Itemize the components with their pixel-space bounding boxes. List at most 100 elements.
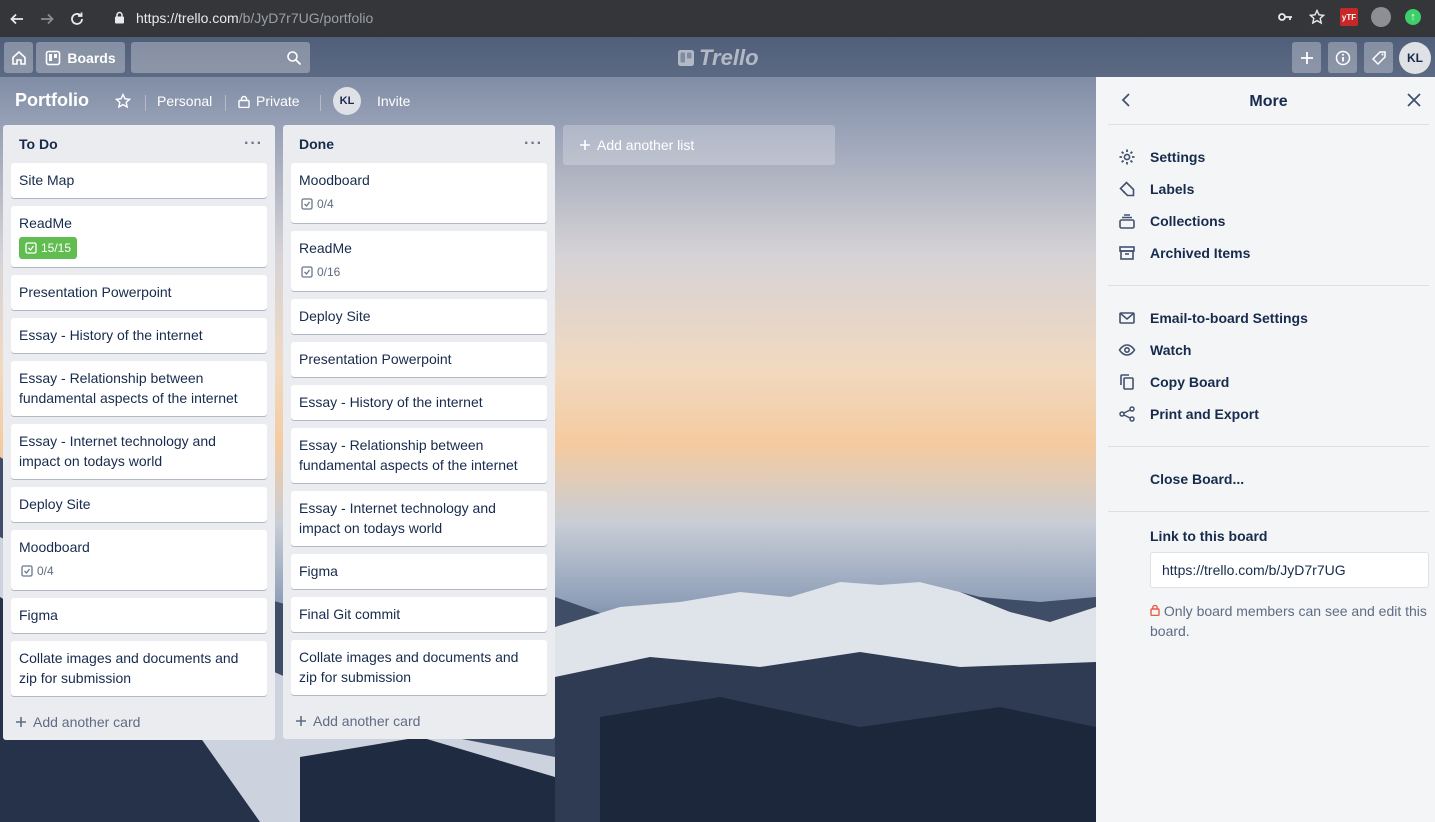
menu-item-copy-board[interactable]: Copy Board xyxy=(1118,370,1229,394)
menu-item-collections[interactable]: Collections xyxy=(1118,209,1225,233)
menu-item-archived[interactable]: Archived Items xyxy=(1118,241,1250,265)
create-button[interactable] xyxy=(1292,42,1321,73)
add-card-button[interactable]: Add another card xyxy=(11,704,267,740)
card[interactable]: Essay - Internet technology and impact o… xyxy=(291,491,547,546)
home-button[interactable] xyxy=(4,42,33,73)
card[interactable]: Essay - Relationship between fundamental… xyxy=(11,361,267,416)
menu-item-label: Print and Export xyxy=(1150,406,1259,422)
card-title: Essay - Internet technology and impact o… xyxy=(19,433,216,469)
menu-item-labels[interactable]: Labels xyxy=(1118,177,1194,201)
menu-item-label: Email-to-board Settings xyxy=(1150,310,1308,326)
list-menu-icon[interactable]: ··· xyxy=(524,135,543,153)
card[interactable]: Site Map xyxy=(11,163,267,198)
plus-icon xyxy=(16,717,26,727)
card-title: ReadMe xyxy=(299,240,352,256)
card-title: Essay - History of the internet xyxy=(299,394,483,410)
list-title[interactable]: Done xyxy=(299,136,334,152)
eye-icon xyxy=(1118,344,1136,356)
add-card-label: Add another card xyxy=(313,713,421,729)
menu-item-settings[interactable]: Settings xyxy=(1118,145,1205,169)
invite-button[interactable]: Invite xyxy=(377,93,410,109)
privacy-note: Only board members can see and edit this… xyxy=(1150,601,1435,641)
card[interactable]: ReadMe 15/15 xyxy=(11,206,267,267)
card[interactable]: Figma xyxy=(11,598,267,633)
card[interactable]: Essay - Internet technology and impact o… xyxy=(11,424,267,479)
menu-item-email-settings[interactable]: Email-to-board Settings xyxy=(1118,306,1308,330)
board-header: Portfolio Personal Private Invite xyxy=(0,77,1096,125)
update-icon[interactable]: ↑ xyxy=(1403,7,1423,27)
card-title: Deploy Site xyxy=(19,496,91,512)
search-input[interactable] xyxy=(131,42,310,73)
card-title: ReadMe xyxy=(19,215,72,231)
card[interactable]: Essay - History of the internet xyxy=(291,385,547,420)
team-button[interactable]: Personal xyxy=(157,93,212,109)
boards-button[interactable]: Boards xyxy=(36,42,125,73)
card-title: Presentation Powerpoint xyxy=(19,284,172,300)
email-icon xyxy=(1119,312,1135,324)
card[interactable]: Deploy Site xyxy=(11,487,267,522)
add-list-button[interactable]: Add another list xyxy=(563,125,835,165)
card-title: Essay - History of the internet xyxy=(19,327,203,343)
menu-item-print-export[interactable]: Print and Export xyxy=(1118,402,1259,426)
visibility-button[interactable]: Private xyxy=(238,93,300,109)
board-title[interactable]: Portfolio xyxy=(15,90,89,111)
trello-logo[interactable]: Trello xyxy=(677,45,759,71)
profile-icon[interactable] xyxy=(1371,7,1391,27)
star-bookmark-icon[interactable] xyxy=(1307,7,1327,27)
team-label: Personal xyxy=(157,93,213,109)
notifications-button[interactable] xyxy=(1364,42,1393,73)
info-button[interactable] xyxy=(1328,42,1357,73)
list-todo: To Do ··· Site Map ReadMe 15/15 Presentatio… xyxy=(3,125,275,740)
list-title[interactable]: To Do xyxy=(19,136,58,152)
card[interactable]: Figma xyxy=(291,554,547,589)
close-button[interactable] xyxy=(1405,91,1423,112)
checklist-badge: 0/4 xyxy=(19,561,58,581)
checkbox-icon xyxy=(301,266,313,278)
extension-icon[interactable]: yTF xyxy=(1339,7,1359,27)
url-path: /b/JyD7r7UG/portfolio xyxy=(238,10,374,26)
card[interactable]: Deploy Site xyxy=(291,299,547,334)
list-menu-icon[interactable]: ··· xyxy=(244,135,263,153)
checklist-count: 0/4 xyxy=(37,564,54,578)
star-board-button[interactable] xyxy=(115,93,131,109)
checkbox-icon xyxy=(25,242,37,254)
member-avatar[interactable]: KL xyxy=(333,87,361,115)
link-label: Link to this board xyxy=(1150,528,1268,544)
back-icon[interactable] xyxy=(4,6,30,32)
board-link-field[interactable]: https://trello.com/b/JyD7r7UG xyxy=(1150,552,1429,588)
card[interactable]: Essay - Relationship between fundamental… xyxy=(291,428,547,483)
key-icon[interactable] xyxy=(1275,7,1295,27)
card[interactable]: Presentation Powerpoint xyxy=(291,342,547,377)
checklist-badge: 15/15 xyxy=(19,237,78,259)
card[interactable]: Collate images and documents and zip for… xyxy=(291,640,547,695)
list-done: Done ··· Moodboard 0/4 ReadMe 0/16 Deploy Si… xyxy=(283,125,555,739)
card[interactable]: ReadMe 0/16 xyxy=(291,231,547,291)
invite-label: Invite xyxy=(377,93,411,109)
menu-item-watch[interactable]: Watch xyxy=(1118,338,1191,362)
divider xyxy=(225,95,226,111)
lock-icon xyxy=(1150,603,1164,619)
close-icon xyxy=(1407,93,1421,107)
board-menu-panel: More Settings Labels Collections Archive… xyxy=(1096,77,1435,822)
divider xyxy=(1108,446,1429,447)
visibility-label: Private xyxy=(256,93,300,109)
checklist-count: 0/4 xyxy=(317,197,334,211)
card-title: Essay - Relationship between fundamental… xyxy=(19,370,238,406)
card[interactable]: Final Git commit xyxy=(291,597,547,632)
address-bar[interactable]: https://trello.com/b/JyD7r7UG/portfolio xyxy=(136,10,373,26)
add-card-button[interactable]: Add another card xyxy=(291,703,547,739)
card[interactable]: Presentation Powerpoint xyxy=(11,275,267,310)
divider xyxy=(1108,285,1429,286)
browser-toolbar: https://trello.com/b/JyD7r7UG/portfolio … xyxy=(0,0,1435,37)
plus-icon xyxy=(580,140,590,150)
close-board-button[interactable]: Close Board... xyxy=(1150,467,1244,491)
user-avatar[interactable]: KL xyxy=(1399,42,1431,74)
reload-icon[interactable] xyxy=(64,6,90,32)
privacy-note-text: Only board members can see and edit this… xyxy=(1150,603,1427,639)
card[interactable]: Collate images and documents and zip for… xyxy=(11,641,267,696)
card[interactable]: Moodboard 0/4 xyxy=(291,163,547,223)
label-icon xyxy=(1119,181,1135,197)
card[interactable]: Essay - History of the internet xyxy=(11,318,267,353)
forward-icon[interactable] xyxy=(34,6,60,32)
card[interactable]: Moodboard 0/4 xyxy=(11,530,267,590)
